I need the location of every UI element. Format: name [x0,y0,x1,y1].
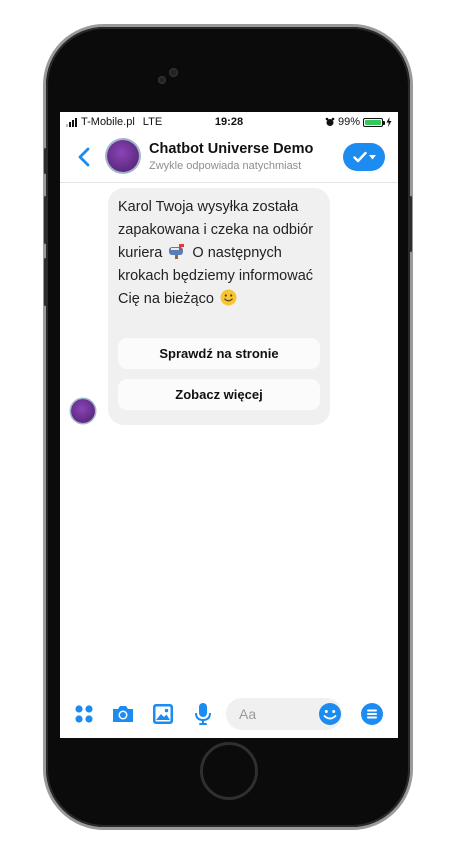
chat-header: Chatbot Universe Demo Zwykle odpowiada n… [60,132,398,183]
apps-grid-icon[interactable] [71,701,97,727]
camera-icon[interactable] [110,701,136,727]
volume-up-button [44,196,47,244]
composer-toolbar: Aa [60,692,398,738]
back-arrow-icon[interactable] [72,144,98,170]
quick-reply-see-more[interactable]: Zobacz więcej [118,379,320,410]
home-button[interactable] [200,742,258,800]
bot-avatar-small [71,399,95,423]
chat-subtitle: Zwykle odpowiada natychmiast [149,160,302,172]
smiley-icon [220,289,237,306]
volume-down-button [44,258,47,306]
battery-fill [365,119,381,125]
mailbox-icon [169,244,185,259]
done-button[interactable] [343,143,385,171]
message-bubble: Karol Twoja wysyłka została zapakowana i… [108,188,330,425]
chat-title[interactable]: Chatbot Universe Demo [149,141,313,157]
alarm-clock-icon [325,117,335,126]
message-text: Karol Twoja wysyłka została zapakowana i… [118,196,323,311]
checkmark-icon [352,151,367,163]
battery-percent: 99% [337,116,360,128]
proximity-sensor [158,76,166,84]
power-button [409,196,412,252]
menu-icon[interactable] [359,701,385,727]
caret-down-icon [368,154,376,159]
front-camera [169,68,178,77]
bolt-icon [386,117,392,127]
mute-switch [44,148,47,174]
microphone-icon[interactable] [190,701,216,727]
gallery-icon[interactable] [150,701,176,727]
bot-avatar[interactable] [107,140,139,172]
quick-reply-check-website[interactable]: Sprawdź na stronie [118,338,320,369]
phone-screen: T-Mobile.pl LTE 19:28 99% Chatbot Univer… [60,112,398,738]
status-bar: T-Mobile.pl LTE 19:28 99% [60,112,398,132]
message-input-placeholder: Aa [239,706,257,722]
emoji-icon[interactable] [317,701,343,727]
battery-icon [363,117,385,127]
